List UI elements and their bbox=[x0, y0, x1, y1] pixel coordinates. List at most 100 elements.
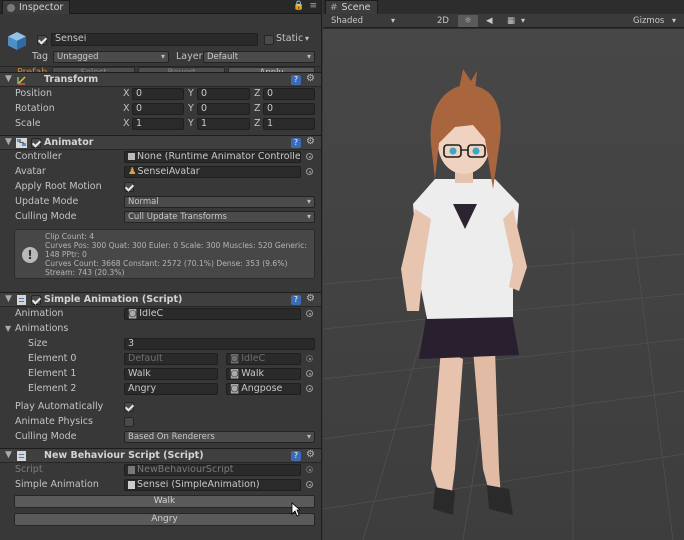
position-y-field[interactable]: 0 bbox=[197, 88, 250, 100]
element-2-name-field[interactable]: Angry bbox=[124, 383, 218, 395]
fold-arrow-icon[interactable]: ▼ bbox=[5, 74, 12, 84]
culling-mode-label: Culling Mode bbox=[15, 211, 77, 222]
avatar-label: Avatar bbox=[15, 166, 46, 177]
size-field[interactable]: 3 bbox=[124, 338, 315, 350]
fold-arrow-icon[interactable]: ▼ bbox=[5, 294, 12, 304]
simple-animation-title: Simple Animation (Script) bbox=[44, 294, 183, 305]
gameobject-cube-icon bbox=[8, 32, 26, 50]
sa-culling-mode-label: Culling Mode bbox=[15, 431, 77, 442]
scale-label: Scale bbox=[15, 118, 41, 129]
info-icon bbox=[7, 3, 15, 12]
avatar-value: SenseiAvatar bbox=[137, 166, 200, 177]
object-picker-icon[interactable] bbox=[306, 355, 313, 362]
tag-dropdown[interactable]: Untagged bbox=[53, 51, 169, 63]
gear-icon[interactable]: ⚙ bbox=[306, 136, 315, 147]
animations-label: Animations bbox=[15, 323, 69, 334]
cs-script-icon bbox=[128, 480, 135, 489]
layer-dropdown[interactable]: Default bbox=[203, 51, 315, 63]
controller-label: Controller bbox=[15, 151, 62, 162]
apply-root-motion-label: Apply Root Motion bbox=[15, 181, 102, 192]
help-icon[interactable]: ? bbox=[291, 451, 301, 461]
scene-viewport[interactable] bbox=[323, 29, 684, 540]
element-0-label: Element 0 bbox=[28, 353, 77, 364]
layer-label: Layer bbox=[176, 51, 203, 62]
object-picker-icon[interactable] bbox=[306, 310, 313, 317]
animate-physics-checkbox[interactable] bbox=[124, 417, 134, 427]
scale-x-field[interactable]: 1 bbox=[132, 118, 184, 130]
rotation-y-field[interactable]: 0 bbox=[197, 103, 250, 115]
static-dropdown-icon[interactable]: ▾ bbox=[305, 33, 309, 45]
animator-enabled-checkbox[interactable] bbox=[31, 138, 41, 148]
apply-root-motion-checkbox[interactable] bbox=[124, 182, 134, 192]
menu-icon[interactable]: ≡ bbox=[309, 1, 317, 11]
simple-animation-enabled-checkbox[interactable] bbox=[31, 295, 41, 305]
sa-culling-mode-dropdown[interactable]: Based On Renderers bbox=[124, 431, 315, 443]
position-x-field[interactable]: 0 bbox=[132, 88, 184, 100]
animator-info-box: ! Clip Count: 4 Curves Pos: 300 Quat: 30… bbox=[14, 229, 315, 279]
chevron-down-icon[interactable]: ▾ bbox=[672, 15, 676, 27]
gear-icon[interactable]: ⚙ bbox=[306, 449, 315, 460]
help-icon[interactable]: ? bbox=[291, 75, 301, 85]
simple-animation-header[interactable]: ▼ Simple Animation (Script) ? ⚙ bbox=[0, 292, 321, 307]
element-2-clip-field[interactable]: ◙ Angpose bbox=[226, 383, 301, 395]
walk-button[interactable]: Walk bbox=[14, 495, 315, 508]
static-checkbox[interactable] bbox=[264, 35, 274, 45]
rotation-y-label: Y bbox=[188, 103, 194, 114]
culling-mode-dropdown[interactable]: Cull Update Transforms bbox=[124, 211, 315, 223]
scale-z-field[interactable]: 1 bbox=[263, 118, 315, 130]
object-name-field[interactable]: Sensei bbox=[51, 33, 258, 46]
fold-arrow-icon[interactable]: ▼ bbox=[5, 323, 11, 335]
scale-y-field[interactable]: 1 bbox=[197, 118, 250, 130]
new-behaviour-header[interactable]: ▼ New Behaviour Script (Script) ? ⚙ bbox=[0, 448, 321, 463]
mode-2d-toggle[interactable]: 2D bbox=[437, 15, 449, 27]
simple-animation-ref-field[interactable]: Sensei (SimpleAnimation) bbox=[124, 479, 301, 491]
help-icon[interactable]: ? bbox=[291, 295, 301, 305]
chevron-down-icon[interactable]: ▾ bbox=[391, 15, 395, 27]
angry-button[interactable]: Angry bbox=[14, 513, 315, 526]
rotation-z-field[interactable]: 0 bbox=[263, 103, 315, 115]
object-picker-icon[interactable] bbox=[306, 481, 313, 488]
mouse-cursor-icon bbox=[291, 502, 301, 517]
gear-icon[interactable]: ⚙ bbox=[306, 293, 315, 304]
tab-scene-label: Scene bbox=[341, 2, 371, 13]
gizmos-dropdown[interactable]: Gizmos bbox=[633, 15, 664, 27]
audio-icon[interactable]: ◀ bbox=[486, 15, 493, 27]
light-icon[interactable]: ☼ bbox=[458, 15, 478, 27]
position-z-field[interactable]: 0 bbox=[263, 88, 315, 100]
object-picker-icon[interactable] bbox=[306, 153, 313, 160]
active-checkbox[interactable] bbox=[37, 35, 47, 45]
object-picker-icon[interactable] bbox=[306, 370, 313, 377]
transform-header[interactable]: ▼ Transform ? ⚙ bbox=[0, 72, 321, 87]
play-automatically-checkbox[interactable] bbox=[124, 402, 134, 412]
shading-mode-dropdown[interactable]: Shaded bbox=[331, 15, 363, 27]
rotation-x-field[interactable]: 0 bbox=[132, 103, 184, 115]
object-picker-icon[interactable] bbox=[306, 168, 313, 175]
element-1-clip-field[interactable]: ◙ Walk bbox=[226, 368, 301, 380]
help-icon[interactable]: ? bbox=[291, 138, 301, 148]
avatar-field[interactable]: ♟SenseiAvatar bbox=[124, 166, 301, 178]
image-effects-icon[interactable]: ▦ bbox=[507, 15, 515, 27]
element-0-name-field[interactable]: Default bbox=[124, 353, 218, 365]
element-0-clip-field[interactable]: ◙ IdleC bbox=[226, 353, 301, 365]
script-label: Script bbox=[15, 464, 43, 475]
scene-panel: # Scene Shaded ▾ 2D ☼ ◀ ▦ ▾ Gizmos ▾ bbox=[323, 0, 684, 540]
object-picker-icon[interactable] bbox=[306, 385, 313, 392]
controller-field[interactable]: None (Runtime Animator Controller) bbox=[124, 151, 301, 163]
element-1-name-field[interactable]: Walk bbox=[124, 368, 218, 380]
animate-physics-label: Animate Physics bbox=[15, 416, 93, 427]
rotation-x-label: X bbox=[123, 103, 130, 114]
update-mode-dropdown[interactable]: Normal bbox=[124, 196, 315, 208]
fold-arrow-icon[interactable]: ▼ bbox=[5, 137, 12, 147]
info-line: Curves Pos: 300 Quat: 300 Euler: 0 Scale… bbox=[45, 241, 307, 259]
tab-inspector[interactable]: Inspector bbox=[2, 0, 71, 14]
scene-view-render bbox=[323, 29, 684, 540]
animation-field[interactable]: ◙ IdleC bbox=[124, 308, 301, 320]
fold-arrow-icon[interactable]: ▼ bbox=[5, 450, 12, 460]
chevron-down-icon[interactable]: ▾ bbox=[521, 15, 525, 27]
animator-header[interactable]: ▼ Animator ? ⚙ bbox=[0, 135, 321, 150]
lock-icon[interactable]: 🔒 bbox=[293, 1, 304, 11]
tab-scene[interactable]: # Scene bbox=[325, 0, 378, 14]
inspector-panel: Inspector 🔒 ≡ Sensei Static ▾ Tag Untagg… bbox=[0, 0, 322, 540]
gear-icon[interactable]: ⚙ bbox=[306, 73, 315, 84]
gameobject-header: Sensei Static ▾ Tag Untagged Layer Defau… bbox=[0, 14, 321, 79]
